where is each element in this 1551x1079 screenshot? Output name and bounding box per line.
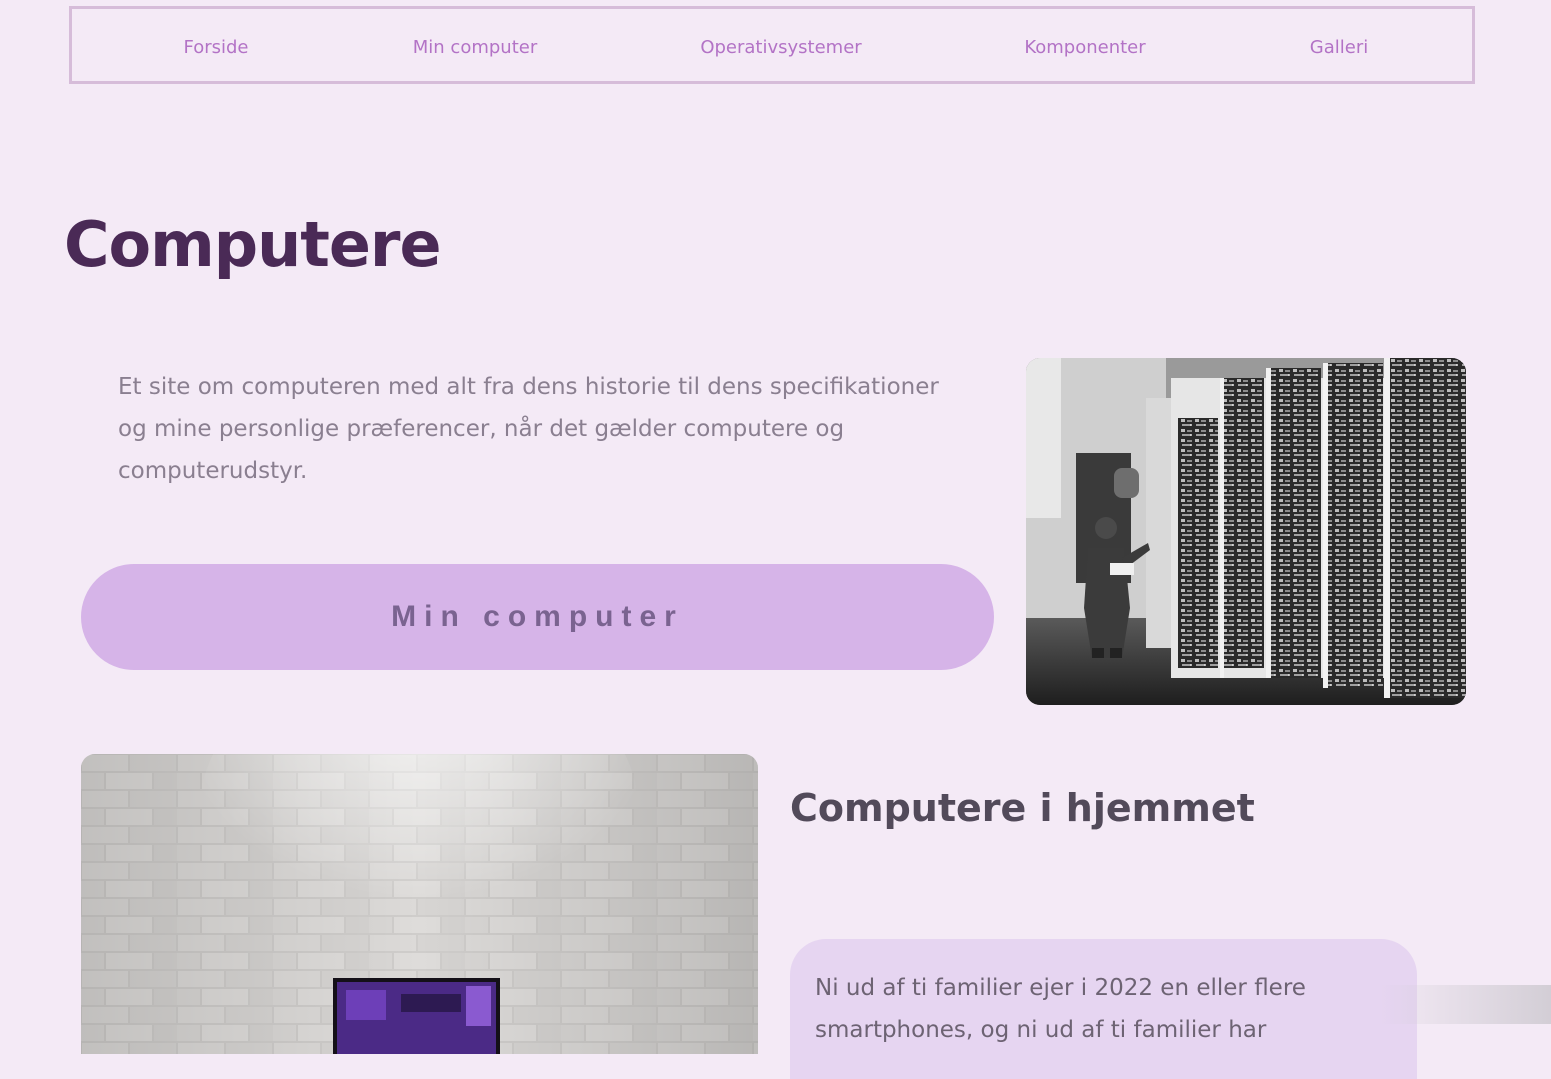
home-computer-photo: [81, 754, 758, 1054]
nav-item-galleri[interactable]: Galleri: [1310, 37, 1368, 58]
nav-item-min-computer[interactable]: Min computer: [413, 37, 537, 58]
min-computer-button[interactable]: Min computer: [81, 564, 994, 670]
info-card-text: Ni ud af ti familier ejer i 2022 en elle…: [815, 975, 1306, 1043]
section-title-home: Computere i hjemmet: [790, 786, 1255, 830]
info-card: Ni ud af ti familier ejer i 2022 en elle…: [790, 939, 1417, 1079]
page-title: Computere: [64, 208, 442, 281]
nav-item-komponenter[interactable]: Komponenter: [1024, 37, 1145, 58]
nav-item-operativsystemer[interactable]: Operativsystemer: [700, 37, 861, 58]
intro-text: Et site om computeren med alt fra dens h…: [118, 374, 939, 484]
top-navigation: Forside Min computer Operativsystemer Ko…: [69, 6, 1475, 84]
mainframe-photo: [1026, 358, 1466, 705]
nav-item-forside[interactable]: Forside: [183, 37, 248, 58]
